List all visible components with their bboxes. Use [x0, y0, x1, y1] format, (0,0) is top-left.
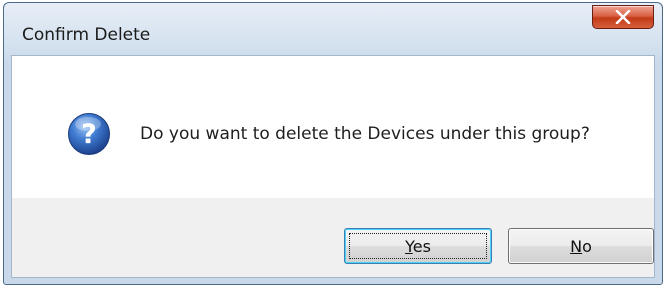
window-title: Confirm Delete — [22, 25, 151, 45]
no-button[interactable]: No — [508, 228, 654, 264]
title-bar[interactable]: Confirm Delete — [4, 3, 662, 61]
no-button-label: No — [570, 236, 592, 256]
yes-button-label: Yes — [405, 236, 431, 256]
close-button[interactable] — [592, 5, 654, 29]
yes-button[interactable]: Yes — [344, 228, 492, 264]
message-text: Do you want to delete the Devices under … — [140, 124, 590, 144]
question-icon: ? — [68, 113, 110, 155]
message-area: ? Do you want to delete the Devices unde… — [12, 56, 654, 198]
dialog-body: ? Do you want to delete the Devices unde… — [11, 55, 655, 278]
svg-text:?: ? — [81, 119, 97, 150]
close-x-icon — [615, 10, 631, 24]
confirm-delete-dialog: Confirm Delete ? Do you want to delete t… — [3, 2, 663, 285]
